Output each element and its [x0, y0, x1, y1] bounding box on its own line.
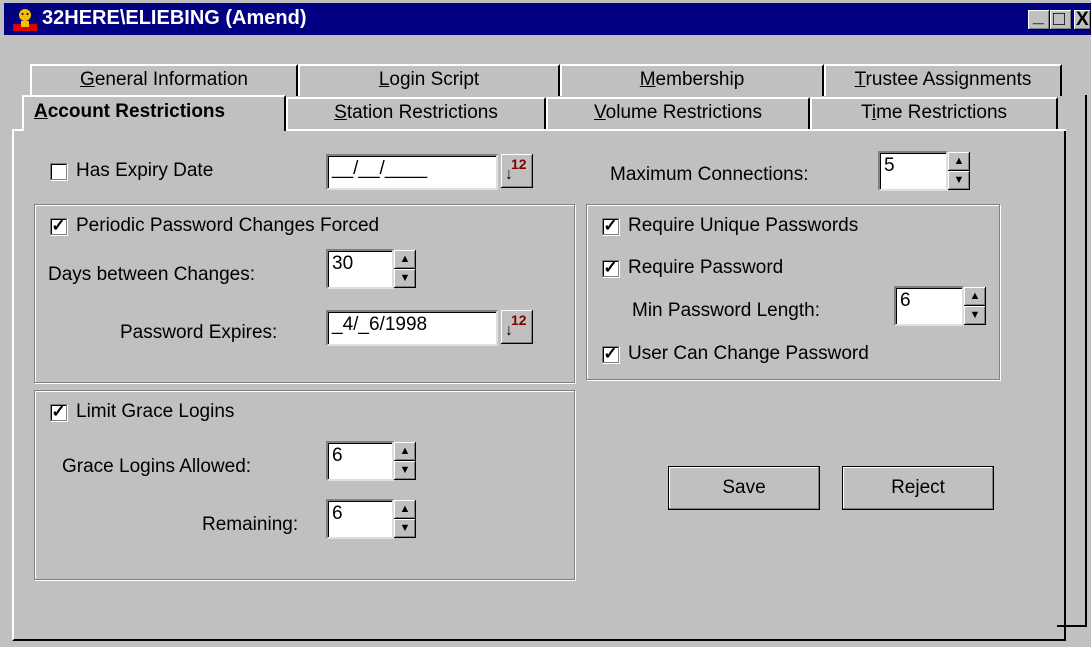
minimize-icon: _: [1033, 6, 1044, 27]
limit-grace-checkbox[interactable]: ✓: [50, 403, 67, 421]
spin-up-icon[interactable]: ▲: [394, 442, 416, 461]
max-connections-field[interactable]: 5: [878, 151, 948, 191]
save-button[interactable]: Save: [668, 466, 820, 510]
password-expires-label: Password Expires:: [120, 322, 278, 343]
spin-up-icon[interactable]: ▲: [948, 152, 970, 171]
user-icon: [13, 9, 37, 31]
tab-account-restrictions[interactable]: Account Restrictions: [22, 95, 286, 131]
min-length-label: Min Password Length:: [632, 300, 820, 321]
expiry-calendar-button[interactable]: 12 ↓: [501, 154, 533, 188]
has-expiry-label: Has Expiry Date: [76, 160, 214, 181]
periodic-changes-checkbox[interactable]: ✓: [50, 217, 67, 235]
maximize-button[interactable]: □: [1050, 8, 1072, 30]
grace-allowed-field[interactable]: 6: [326, 441, 394, 481]
grace-allowed-label: Grace Logins Allowed:: [62, 456, 252, 477]
unique-passwords-checkbox[interactable]: ✓: [602, 217, 619, 235]
app-window: 32HERE\ELIEBING (Amend) _ □ X General In…: [0, 0, 1091, 647]
window-title: 32HERE\ELIEBING (Amend): [42, 7, 307, 29]
require-password-checkbox[interactable]: ✓: [602, 259, 619, 277]
user-can-change-label: User Can Change Password: [628, 343, 869, 364]
days-between-field[interactable]: 30: [326, 249, 394, 289]
expiry-date-field[interactable]: __/__/____: [326, 154, 498, 190]
tab-volume-restrictions[interactable]: Volume Restrictions: [546, 97, 810, 129]
tab-membership[interactable]: Membership: [560, 64, 824, 96]
min-length-spinner[interactable]: ▲ ▼: [964, 286, 986, 326]
spin-down-icon[interactable]: ▼: [394, 269, 416, 288]
grace-allowed-spinner[interactable]: ▲ ▼: [394, 441, 416, 481]
spin-down-icon[interactable]: ▼: [948, 171, 970, 190]
has-expiry-checkbox[interactable]: [50, 163, 67, 180]
spin-down-icon[interactable]: ▼: [394, 461, 416, 480]
spin-down-icon[interactable]: ▼: [394, 519, 416, 538]
unique-passwords-label: Require Unique Passwords: [628, 215, 859, 236]
minimize-button[interactable]: _: [1028, 6, 1050, 30]
reject-button[interactable]: Reject: [842, 466, 994, 510]
grace-remaining-label: Remaining:: [202, 514, 299, 535]
tab-station-restrictions[interactable]: Station Restrictions: [286, 97, 546, 129]
days-between-label: Days between Changes:: [48, 264, 256, 285]
tab-login-script[interactable]: Login Script: [298, 64, 560, 96]
maximize-icon: □: [1053, 8, 1066, 30]
spin-up-icon[interactable]: ▲: [394, 500, 416, 519]
spin-down-icon[interactable]: ▼: [964, 306, 986, 325]
calendar-icon: 12: [511, 156, 527, 172]
spin-up-icon[interactable]: ▲: [964, 287, 986, 306]
max-connections-label: Maximum Connections:: [610, 164, 809, 185]
close-button[interactable]: X: [1074, 9, 1091, 30]
periodic-changes-label: Periodic Password Changes Forced: [76, 215, 380, 236]
limit-grace-label: Limit Grace Logins: [76, 401, 235, 422]
tab-time-restrictions[interactable]: Time Restrictions: [810, 97, 1058, 129]
user-can-change-checkbox[interactable]: ✓: [602, 345, 619, 363]
password-expires-field[interactable]: _4/_6/1998: [326, 310, 498, 346]
days-between-spinner[interactable]: ▲ ▼: [394, 249, 416, 289]
grace-remaining-field[interactable]: 6: [326, 499, 394, 539]
close-icon: X: [1076, 9, 1089, 30]
grace-remaining-spinner[interactable]: ▲ ▼: [394, 499, 416, 539]
min-length-field[interactable]: 6: [894, 286, 964, 326]
spin-up-icon[interactable]: ▲: [394, 250, 416, 269]
title-bar[interactable]: 32HERE\ELIEBING (Amend) _ □ X: [4, 3, 1091, 35]
max-connections-spinner[interactable]: ▲ ▼: [948, 151, 970, 191]
password-expires-calendar-button[interactable]: 12 ↓: [501, 310, 533, 344]
tab-general-information[interactable]: General Information: [30, 64, 298, 96]
require-password-label: Require Password: [628, 257, 784, 278]
calendar-icon: 12: [511, 312, 527, 328]
tab-general-information-label: eneral Information: [94, 69, 248, 90]
tab-trustee-assignments[interactable]: Trustee Assignments: [824, 64, 1062, 96]
